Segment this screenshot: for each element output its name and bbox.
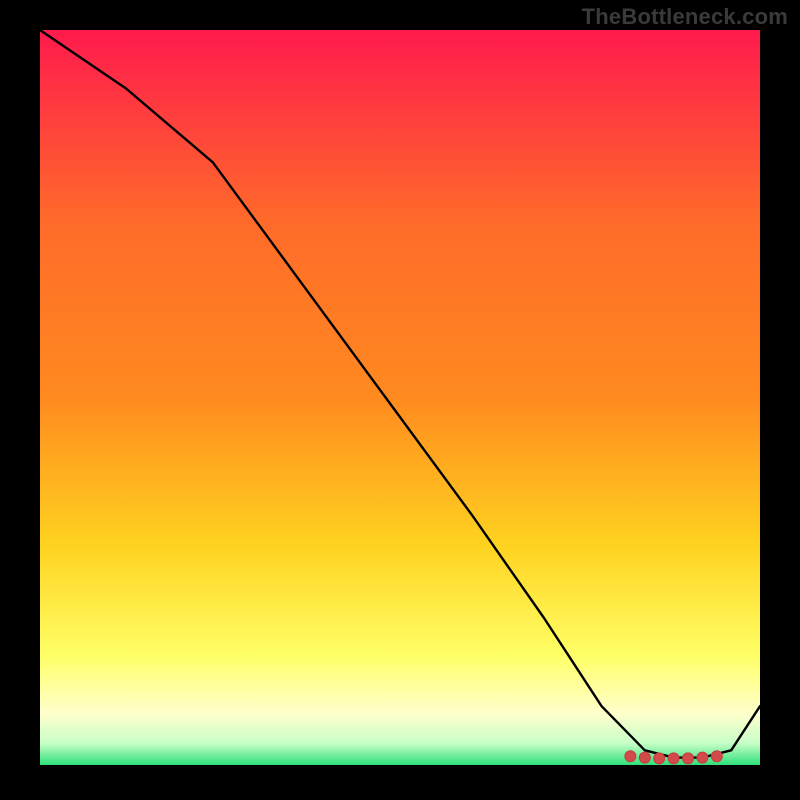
marker-point (711, 751, 722, 762)
marker-point (654, 753, 665, 764)
chart-svg (40, 30, 760, 765)
marker-point (625, 751, 636, 762)
chart-stage: TheBottleneck.com (0, 0, 800, 800)
marker-point (683, 753, 694, 764)
marker-point (697, 752, 708, 763)
plot-area (40, 30, 760, 765)
marker-point (639, 752, 650, 763)
marker-point (668, 753, 679, 764)
gradient-background (40, 30, 760, 765)
watermark-text: TheBottleneck.com (582, 4, 788, 30)
plot-frame (40, 30, 760, 765)
